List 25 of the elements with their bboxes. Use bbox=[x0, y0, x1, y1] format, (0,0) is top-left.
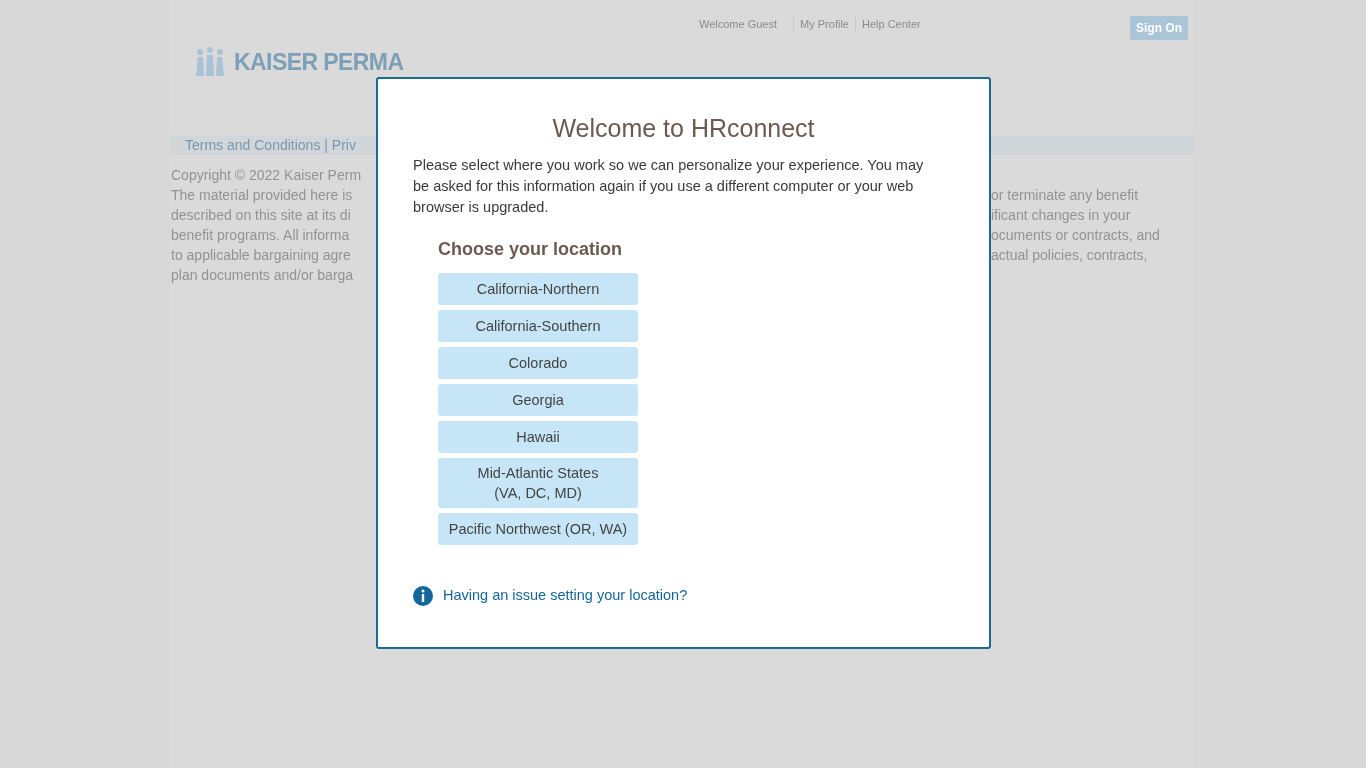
people-logo-icon bbox=[194, 46, 226, 78]
location-button[interactable]: Hawaii bbox=[438, 421, 638, 453]
dialog-title: Welcome to HRconnect bbox=[551, 113, 816, 144]
legal-text: to applicable bargaining agre bbox=[171, 247, 351, 263]
legal-text: benefit programs. All informa bbox=[171, 227, 350, 243]
legal-text: The material provided here is bbox=[171, 187, 353, 203]
intro-text: Please select where you work so we can personalize your experience. You may be asked for this information again if you use a different computer or your web browser is upgraded. bbox=[413, 156, 925, 217]
legal-text: Copyright © 2022 Kaiser Perm bbox=[171, 167, 362, 183]
legal-text: described on this site at its di bbox=[171, 207, 351, 223]
legal-text: ocuments or contracts, and bbox=[991, 227, 1160, 243]
legal-text: ificant changes in your bbox=[991, 207, 1131, 223]
legal-text: or terminate any benefit bbox=[991, 187, 1139, 203]
help-link[interactable]: Having an issue setting your location? bbox=[443, 585, 688, 607]
location-button[interactable]: California-Northern bbox=[438, 273, 638, 305]
info-icon bbox=[413, 585, 433, 606]
location-heading: Choose your location bbox=[438, 238, 624, 261]
legal-text: plan documents and/or barga bbox=[171, 267, 354, 283]
location-button[interactable]: Mid-Atlantic States (VA, DC, MD) bbox=[438, 458, 638, 508]
location-button[interactable]: Pacific Northwest (OR, WA) bbox=[438, 513, 638, 545]
location-button[interactable]: California-Southern bbox=[438, 310, 638, 342]
location-button[interactable]: Colorado bbox=[438, 347, 638, 379]
legal-text: actual policies, contracts, bbox=[991, 247, 1148, 263]
location-button[interactable]: Georgia bbox=[438, 384, 638, 416]
footer-links: Terms and Conditions | Priv bbox=[185, 135, 356, 155]
logo-text: KAISER PERMA bbox=[234, 47, 404, 77]
